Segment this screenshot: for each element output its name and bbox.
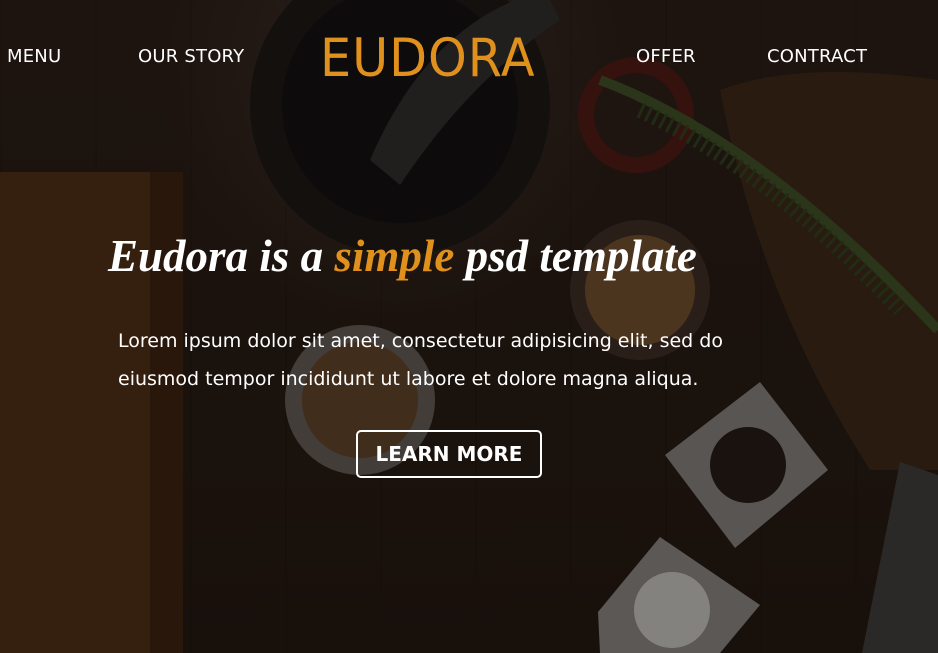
hero-description: Lorem ipsum dolor sit amet, consectetur … <box>118 330 723 390</box>
nav-link-menu[interactable]: MENU <box>7 46 61 67</box>
headline-text-start: Eudora is a <box>108 231 335 281</box>
hero-section: MENU OUR STORY EUDORA OFFER CONTRACT Eud… <box>0 0 938 653</box>
nav-link-our-story[interactable]: OUR STORY <box>138 46 244 67</box>
hero-headline: Eudora is a simple psd template <box>108 230 697 282</box>
brand-logo[interactable]: EUDORA <box>320 28 536 89</box>
nav-link-contract[interactable]: CONTRACT <box>767 46 867 67</box>
headline-text-end: psd template <box>454 231 697 281</box>
headline-accent-word: simple <box>334 231 455 281</box>
learn-more-button[interactable]: LEARN MORE <box>356 430 542 478</box>
nav-link-offer[interactable]: OFFER <box>636 46 696 67</box>
